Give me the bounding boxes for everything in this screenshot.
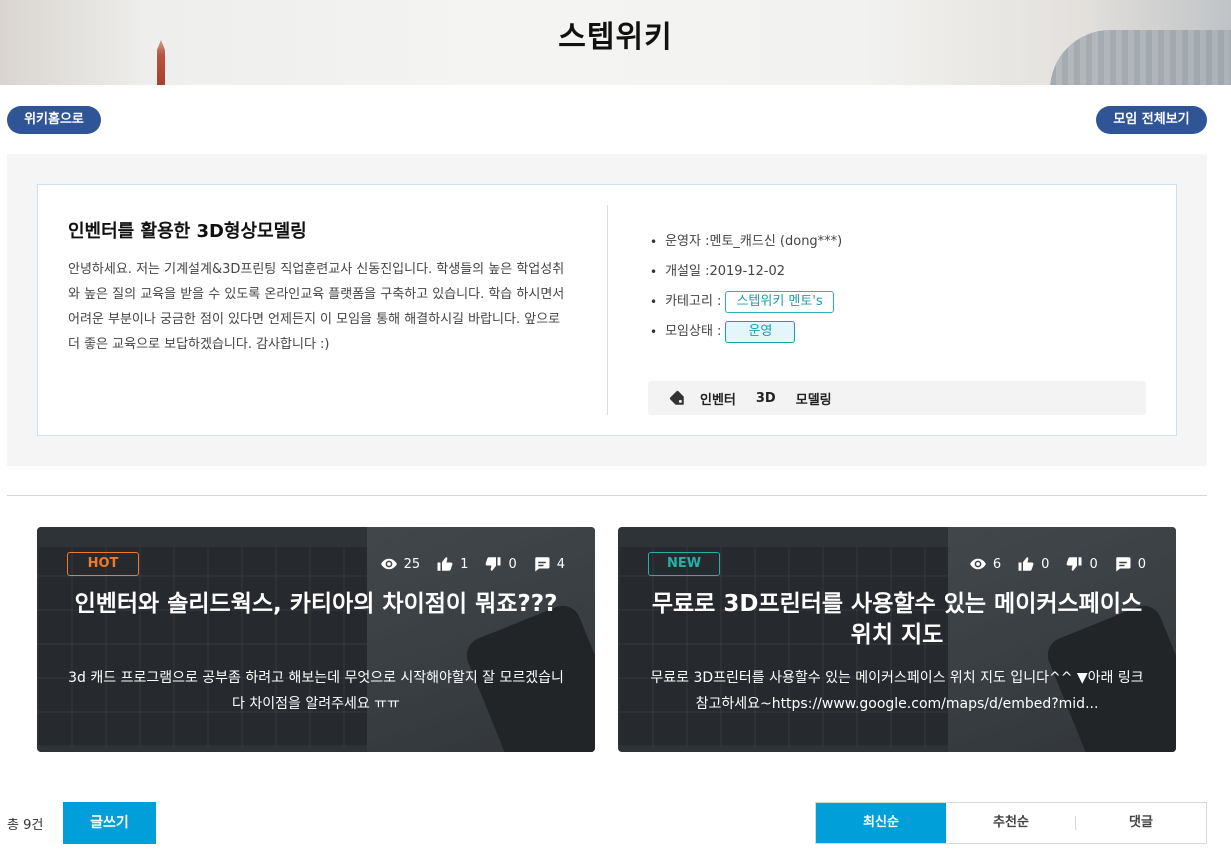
category-label: 카테고리 : [665, 294, 722, 309]
views-count: 6 [992, 556, 1002, 572]
group-name: 인벤터를 활용한 3D형상모델링 [68, 221, 307, 242]
thumbs-down-icon [1067, 557, 1082, 571]
likes-count: 0 [1041, 556, 1050, 572]
operator-label: 운영자 : [665, 234, 710, 249]
likes-stat: 0 [1017, 555, 1049, 573]
hot-badge: HOT [67, 552, 139, 576]
page-title: 스텝위키 [558, 20, 673, 55]
views-count: 25 [403, 556, 421, 572]
eye-icon [380, 558, 397, 570]
dislikes-stat: 0 [1065, 555, 1098, 573]
sort-latest-tab[interactable]: 최신순 [816, 803, 946, 843]
new-badge: NEW [648, 552, 720, 576]
sort-recommended-tab[interactable]: 추천순 [946, 803, 1076, 843]
all-groups-button[interactable]: 모임 전체보기 [1096, 106, 1207, 134]
views-stat: 25 [380, 555, 421, 573]
post-title[interactable]: 인벤터와 솔리드웍스, 카티아의 차이점이 뭐죠??? [67, 589, 565, 620]
keyword-bar: 인벤터 3D 모델링 [648, 381, 1146, 415]
group-info-section: 인벤터를 활용한 3D형상모델링 안녕하세요. 저는 기계설계&3D프린팅 직업… [7, 154, 1207, 466]
likes-count: 1 [460, 556, 469, 572]
comment-icon [1115, 557, 1131, 572]
total-count: 총 9건 [7, 818, 44, 833]
divider [607, 205, 608, 415]
post-card[interactable]: NEW 6 0 0 0 무료로 3D프린터를 사용할수 있는 메이커스페이스 위… [618, 527, 1176, 752]
keyword-tag[interactable]: 인벤터 [700, 389, 736, 408]
keyword-tag[interactable]: 모델링 [796, 389, 832, 408]
section-divider [7, 495, 1207, 496]
post-stats: 6 0 0 0 [953, 555, 1146, 573]
sort-comments-tab[interactable]: 댓글 [1076, 803, 1206, 843]
comments-stat: 4 [533, 555, 565, 573]
comments-count: 0 [1137, 556, 1146, 572]
thumbs-down-icon [486, 557, 501, 571]
status-badge: 운영 [725, 321, 796, 343]
tag-icon [669, 390, 684, 405]
group-description: 안녕하세요. 저는 기계설계&3D프린팅 직업훈련교사 신동진입니다. 학생들의… [68, 262, 565, 352]
category-badge[interactable]: 스텝위키 멘토's [725, 291, 834, 313]
wiki-home-button[interactable]: 위키홈으로 [7, 106, 101, 134]
dislikes-count: 0 [508, 556, 517, 572]
category-row: 카테고리 : 스텝위키 멘토's [650, 287, 1150, 317]
status-label: 모임상태 : [665, 324, 722, 339]
thumbs-up-icon [1018, 557, 1034, 571]
opened-value: 2019-12-02 [709, 264, 786, 279]
write-button[interactable]: 글쓰기 [63, 802, 156, 844]
status-row: 모임상태 : 운영 [650, 317, 1150, 347]
group-meta: 운영자 : 멘토_캐드신 (dong***) 개설일 : 2019-12-02 … [650, 227, 1150, 347]
comments-stat: 0 [1114, 555, 1146, 573]
post-title[interactable]: 무료로 3D프린터를 사용할수 있는 메이커스페이스 위치 지도 [648, 589, 1146, 651]
post-summary: 무료로 3D프린터를 사용할수 있는 메이커스페이스 위치 지도 입니다^^ ▼… [650, 670, 1144, 712]
operator-row: 운영자 : 멘토_캐드신 (dong***) [650, 227, 1150, 257]
comment-icon [534, 557, 550, 572]
operator-value: 멘토_캐드신 (dong***) [709, 234, 843, 249]
eye-icon [970, 558, 986, 570]
sort-tabs: 최신순 추천순 댓글 [815, 802, 1207, 844]
post-card[interactable]: HOT 25 1 0 4 인벤터와 솔리드웍스, 카티아의 차이점이 뭐죠???… [37, 527, 595, 752]
header-banner: 스텝위키 [0, 0, 1231, 85]
opened-row: 개설일 : 2019-12-02 [650, 257, 1150, 287]
views-stat: 6 [969, 555, 1001, 573]
group-intro: 인벤터를 활용한 3D형상모델링 안녕하세요. 저는 기계설계&3D프린팅 직업… [68, 217, 573, 357]
keyword-tag[interactable]: 3D [756, 391, 776, 406]
likes-stat: 1 [436, 555, 468, 573]
post-stats: 25 1 0 4 [364, 555, 565, 573]
thumbs-up-icon [437, 557, 453, 571]
comments-count: 4 [556, 556, 565, 572]
opened-label: 개설일 : [665, 264, 710, 279]
dislikes-count: 0 [1089, 556, 1098, 572]
group-info-card: 인벤터를 활용한 3D형상모델링 안녕하세요. 저는 기계설계&3D프린팅 직업… [37, 184, 1177, 436]
post-summary: 3d 캐드 프로그램으로 공부좀 하려고 해보는데 무엇으로 시작해야할지 잘 … [68, 670, 564, 712]
dislikes-stat: 0 [484, 555, 517, 573]
